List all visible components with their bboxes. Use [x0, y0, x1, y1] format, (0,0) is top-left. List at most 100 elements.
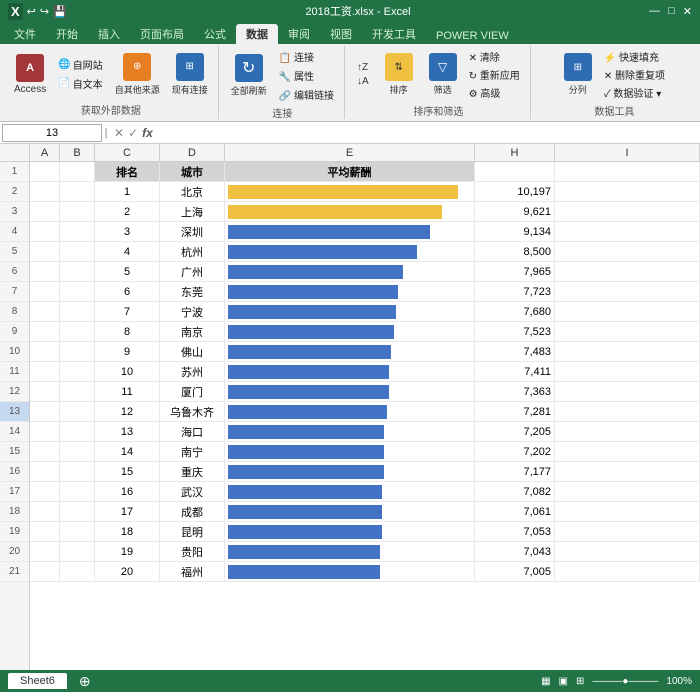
- cell-a1[interactable]: [30, 162, 60, 181]
- tab-powerview[interactable]: POWER VIEW: [426, 28, 519, 44]
- cell-salary-18[interactable]: 7,061: [475, 502, 555, 521]
- cell-bar-10[interactable]: [225, 342, 475, 361]
- cell-rank-9[interactable]: 8: [95, 322, 160, 341]
- cell-salary-16[interactable]: 7,177: [475, 462, 555, 481]
- cell-i-6[interactable]: [555, 262, 700, 281]
- cell-i-3[interactable]: [555, 202, 700, 221]
- cell-b-12[interactable]: [60, 382, 95, 401]
- cell-rank-13[interactable]: 12: [95, 402, 160, 421]
- cell-i-8[interactable]: [555, 302, 700, 321]
- cell-bar-17[interactable]: [225, 482, 475, 501]
- btn-clear[interactable]: ✕ 清除: [465, 48, 524, 65]
- row-num-21[interactable]: 21: [0, 562, 29, 582]
- cell-i-10[interactable]: [555, 342, 700, 361]
- cell-bar-3[interactable]: [225, 202, 475, 221]
- cell-h1[interactable]: [475, 162, 555, 181]
- cell-rank-3[interactable]: 2: [95, 202, 160, 221]
- row-num-7[interactable]: 7: [0, 282, 29, 302]
- cell-a-8[interactable]: [30, 302, 60, 321]
- cancel-formula-icon[interactable]: ✕: [114, 126, 124, 140]
- row-num-19[interactable]: 19: [0, 522, 29, 542]
- cell-rank-12[interactable]: 11: [95, 382, 160, 401]
- tab-insert[interactable]: 插入: [88, 24, 130, 44]
- cell-a-10[interactable]: [30, 342, 60, 361]
- quick-access-undo[interactable]: ↩: [27, 5, 36, 18]
- cell-salary-15[interactable]: 7,202: [475, 442, 555, 461]
- cell-salary-4[interactable]: 9,134: [475, 222, 555, 241]
- cell-a-11[interactable]: [30, 362, 60, 381]
- row-num-13[interactable]: 13: [0, 402, 29, 422]
- cell-b-11[interactable]: [60, 362, 95, 381]
- cell-rank-5[interactable]: 4: [95, 242, 160, 261]
- cell-city-7[interactable]: 东莞: [160, 282, 225, 301]
- zoom-slider[interactable]: ———●———: [592, 676, 658, 687]
- quick-access-redo[interactable]: ↪: [40, 5, 49, 18]
- cell-a-9[interactable]: [30, 322, 60, 341]
- cell-salary-21[interactable]: 7,005: [475, 562, 555, 581]
- cell-salary-7[interactable]: 7,723: [475, 282, 555, 301]
- row-num-16[interactable]: 16: [0, 462, 29, 482]
- view-layout-icon[interactable]: ▣: [559, 676, 568, 687]
- row-num-1[interactable]: 1: [0, 162, 29, 182]
- cell-rank-8[interactable]: 7: [95, 302, 160, 321]
- cell-i-20[interactable]: [555, 542, 700, 561]
- cell-i1[interactable]: [555, 162, 700, 181]
- cell-city-13[interactable]: 乌鲁木齐: [160, 402, 225, 421]
- cell-city-18[interactable]: 成都: [160, 502, 225, 521]
- formula-input[interactable]: [157, 124, 698, 142]
- col-header-b[interactable]: B: [60, 144, 95, 161]
- cell-a-4[interactable]: [30, 222, 60, 241]
- cell-rank-6[interactable]: 5: [95, 262, 160, 281]
- cell-salary-5[interactable]: 8,500: [475, 242, 555, 261]
- cell-salary-20[interactable]: 7,043: [475, 542, 555, 561]
- row-num-14[interactable]: 14: [0, 422, 29, 442]
- cell-bar-18[interactable]: [225, 502, 475, 521]
- cell-city-20[interactable]: 贵阳: [160, 542, 225, 561]
- cell-bar-7[interactable]: [225, 282, 475, 301]
- cell-i-2[interactable]: [555, 182, 700, 201]
- tab-formula[interactable]: 公式: [194, 24, 236, 44]
- cell-bar-2[interactable]: [225, 182, 475, 201]
- cell-a-7[interactable]: [30, 282, 60, 301]
- cell-b-18[interactable]: [60, 502, 95, 521]
- btn-filter[interactable]: ▽ 筛选: [425, 51, 461, 98]
- btn-sort-asc[interactable]: ↑Z: [353, 61, 373, 74]
- cell-rank-20[interactable]: 19: [95, 542, 160, 561]
- row-num-15[interactable]: 15: [0, 442, 29, 462]
- cell-salary-3[interactable]: 9,621: [475, 202, 555, 221]
- row-num-12[interactable]: 12: [0, 382, 29, 402]
- cell-salary-8[interactable]: 7,680: [475, 302, 555, 321]
- cell-a-2[interactable]: [30, 182, 60, 201]
- cell-city-17[interactable]: 武汉: [160, 482, 225, 501]
- quick-access-save[interactable]: 💾: [53, 5, 67, 18]
- cell-b-16[interactable]: [60, 462, 95, 481]
- cell-rank-17[interactable]: 16: [95, 482, 160, 501]
- cell-salary-19[interactable]: 7,053: [475, 522, 555, 541]
- view-page-break-icon[interactable]: ⊞: [576, 676, 584, 687]
- cell-city-19[interactable]: 昆明: [160, 522, 225, 541]
- row-num-18[interactable]: 18: [0, 502, 29, 522]
- cell-a-5[interactable]: [30, 242, 60, 261]
- tab-data[interactable]: 数据: [236, 24, 278, 44]
- btn-existing-connections[interactable]: ⊞ 现有连接: [168, 51, 212, 98]
- btn-other-sources[interactable]: ⊕ 自其他来源: [111, 51, 164, 98]
- cell-city-5[interactable]: 杭州: [160, 242, 225, 261]
- cell-bar-11[interactable]: [225, 362, 475, 381]
- cell-bar-4[interactable]: [225, 222, 475, 241]
- cell-a-12[interactable]: [30, 382, 60, 401]
- cell-city-21[interactable]: 福州: [160, 562, 225, 581]
- cell-b-13[interactable]: [60, 402, 95, 421]
- cell-city-header[interactable]: 城市: [160, 162, 225, 181]
- tab-review[interactable]: 审阅: [278, 24, 320, 44]
- cell-i-12[interactable]: [555, 382, 700, 401]
- row-num-3[interactable]: 3: [0, 202, 29, 222]
- cell-city-6[interactable]: 广州: [160, 262, 225, 281]
- cell-b1[interactable]: [60, 162, 95, 181]
- cell-salary-12[interactable]: 7,363: [475, 382, 555, 401]
- cell-bar-16[interactable]: [225, 462, 475, 481]
- cell-a-18[interactable]: [30, 502, 60, 521]
- cell-salary-6[interactable]: 7,965: [475, 262, 555, 281]
- cell-b-15[interactable]: [60, 442, 95, 461]
- cell-rank-18[interactable]: 17: [95, 502, 160, 521]
- cell-bar-13[interactable]: [225, 402, 475, 421]
